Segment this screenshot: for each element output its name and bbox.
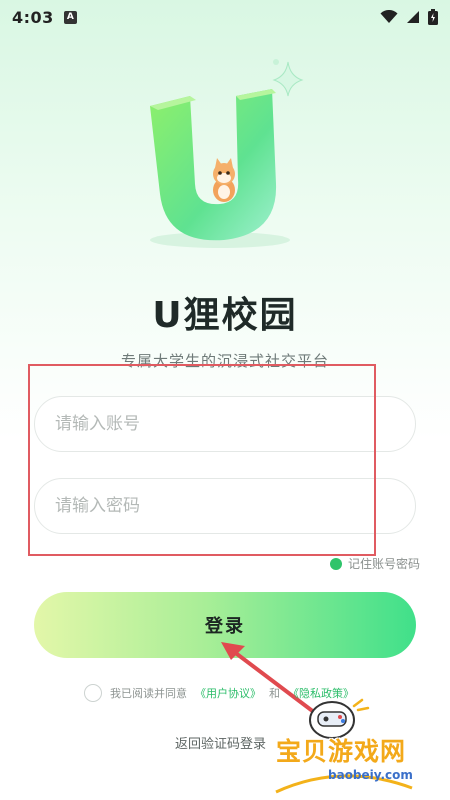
status-bar: 4:03 A bbox=[0, 0, 450, 34]
account-input[interactable] bbox=[53, 413, 397, 435]
hero-illustration bbox=[0, 34, 450, 284]
sms-login-link[interactable]: 返回验证码登录 bbox=[175, 733, 266, 752]
cat-mascot bbox=[213, 158, 235, 202]
app-subtitle: 专属大学生的沉浸式社交平台 bbox=[120, 352, 329, 370]
watermark-text: 宝贝游戏网 bbox=[276, 737, 407, 766]
password-input[interactable] bbox=[53, 495, 397, 517]
status-left: 4:03 A bbox=[12, 8, 77, 27]
watermark: 宝贝游戏网 baobeiy.com bbox=[272, 694, 450, 800]
app-title: U狸校园 bbox=[152, 295, 298, 336]
status-time: 4:03 bbox=[12, 7, 54, 27]
cell-signal-icon bbox=[407, 11, 419, 23]
a-badge-icon: A bbox=[63, 10, 77, 24]
agreement-prefix: 我已阅读并同意 bbox=[110, 687, 187, 700]
user-agreement-link[interactable]: 《用户协议》 bbox=[195, 685, 261, 701]
agreement-checkbox[interactable] bbox=[84, 684, 102, 702]
remember-checked-dot-icon bbox=[329, 557, 342, 570]
u-logo-with-cat-icon bbox=[150, 89, 290, 248]
watermark-url: baobeiy.com bbox=[328, 768, 413, 782]
battery-icon bbox=[428, 9, 438, 25]
password-field[interactable] bbox=[34, 478, 416, 534]
wifi-icon bbox=[380, 10, 398, 23]
remember-label: 记住账号密码 bbox=[347, 557, 420, 571]
status-right bbox=[380, 9, 438, 25]
account-field[interactable] bbox=[34, 396, 416, 452]
sparkle-icon bbox=[272, 59, 304, 97]
remember-password-toggle[interactable]: 记住账号密码 bbox=[329, 555, 420, 572]
